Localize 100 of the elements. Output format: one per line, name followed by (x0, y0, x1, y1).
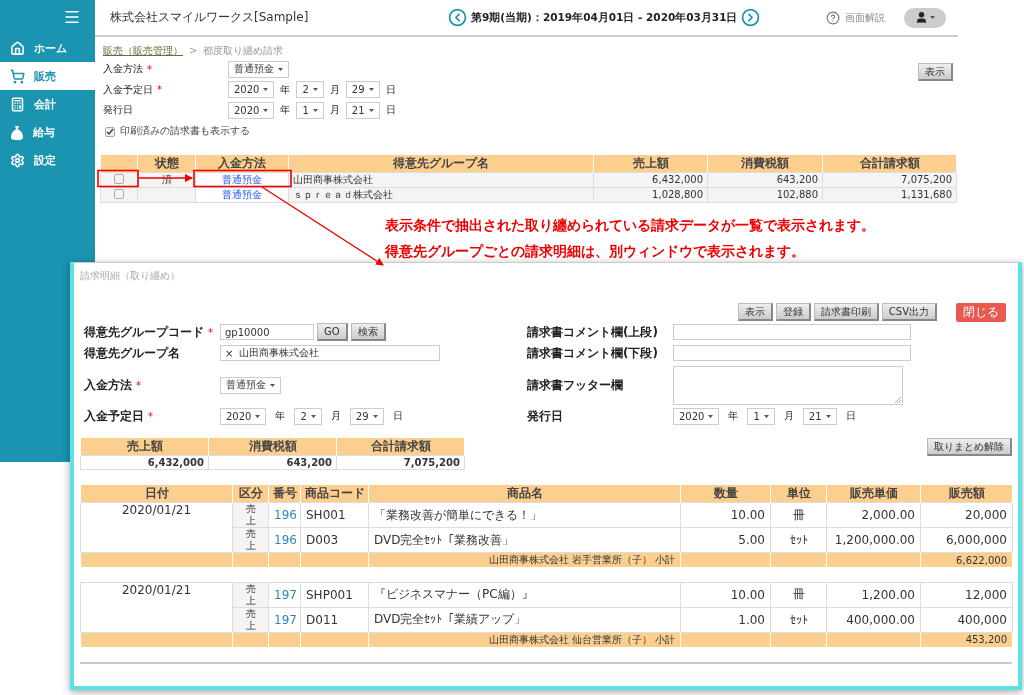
date-unit: 日 (392, 409, 403, 423)
table-cell: 7,075,200 (822, 172, 957, 187)
dropdown[interactable]: 21 (345, 101, 380, 119)
column-header: 消費税額 (208, 438, 337, 456)
comment-field[interactable] (673, 324, 911, 340)
help-icon[interactable] (826, 10, 840, 25)
cart-icon (10, 68, 25, 84)
dropdown[interactable]: 1 (296, 101, 324, 119)
dropdown[interactable]: 2020 (673, 407, 720, 425)
table-cell: 山田商事株式会社 (288, 172, 594, 187)
annotation-text: 表示条件で抽出された取り纏められている請求データが一覧で表示されます。 (385, 216, 876, 235)
dropdown[interactable]: 2 (296, 81, 324, 99)
caret-icon (263, 108, 269, 112)
money-bag-icon (10, 124, 24, 140)
dropdown[interactable]: 29 (349, 407, 384, 425)
table-cell: 売上 (245, 503, 256, 527)
table-cell: SH001 (300, 502, 369, 528)
dropdown[interactable]: 21 (802, 407, 837, 425)
table-cell: 2,000.00 (826, 502, 921, 528)
field-label: 請求書コメント欄(下段) (527, 344, 658, 362)
table-cell: 売上 (245, 582, 256, 607)
caret-icon (372, 414, 378, 418)
dropdown[interactable]: 1 (747, 407, 775, 425)
table-cell: 12,000 (920, 582, 1013, 607)
display-button[interactable]: 表示 (918, 63, 953, 81)
next-icon[interactable] (741, 8, 761, 27)
user-menu-button[interactable] (904, 7, 946, 28)
caret-icon (763, 414, 769, 418)
table-cell: 1.00 (680, 607, 771, 632)
help-link[interactable]: 画面解説 (845, 10, 885, 25)
checkbox[interactable] (105, 126, 115, 137)
caret-icon (368, 108, 374, 112)
toolbar-button[interactable]: CSV出力 (881, 303, 937, 321)
column-header: 販売単価 (826, 485, 921, 503)
date-unit: 年 (728, 409, 739, 423)
column-header: 区分 (232, 485, 269, 503)
dropdown[interactable]: 2020 (228, 81, 275, 99)
checkbox[interactable] (114, 188, 124, 199)
breadcrumb-link[interactable]: 販売（販売管理） (103, 43, 183, 58)
column-header: 消費税額 (707, 154, 823, 172)
field-label: 入金予定日 (103, 82, 153, 97)
field-button[interactable]: GO (317, 323, 348, 341)
field-label: 請求書フッター欄 (527, 376, 623, 394)
checkbox[interactable] (114, 173, 124, 184)
period-text: 第9期(当期)：2019年04月01日 - 2020年03月31日 (471, 10, 738, 25)
table-cell: 2020/01/21 (80, 582, 233, 632)
table-cell: 『ビジネスマナー（PC編）』 (368, 582, 681, 607)
column-header: 合計請求額 (822, 154, 957, 172)
field-button[interactable]: 検索 (350, 323, 386, 341)
caret-icon (930, 16, 935, 19)
sidebar-item[interactable]: 給与 (0, 118, 95, 146)
resize-grip-icon[interactable] (895, 396, 901, 403)
field-label: 得意先グループ名 (84, 344, 180, 362)
previous-icon[interactable] (448, 8, 467, 27)
required-mark: * (136, 379, 141, 391)
caret-icon (312, 88, 318, 92)
table-cell: 20,000 (920, 502, 1013, 528)
table-cell: DVD完全ｾｯﾄ「業績アップ」 (368, 607, 681, 632)
dropdown[interactable]: 2020 (228, 101, 275, 119)
dropdown[interactable]: 2020 (220, 407, 267, 425)
dropdown[interactable]: 29 (345, 81, 380, 99)
date-unit: 年 (275, 409, 286, 423)
home-icon (10, 40, 25, 56)
table-cell: 5.00 (680, 527, 771, 553)
toolbar-button[interactable]: 登録 (775, 303, 811, 321)
sidebar-item[interactable]: 会計 (0, 90, 95, 118)
field-label: 入金予定日 (84, 407, 144, 425)
column-header: 商品コード (300, 485, 369, 503)
caret-icon (368, 88, 374, 92)
caret-icon (825, 414, 831, 418)
dropdown[interactable]: 普通預金 (220, 376, 281, 394)
sidebar-item[interactable]: 販売 (0, 62, 95, 90)
toolbar-button[interactable]: 請求書印刷 (813, 303, 879, 321)
menu-icon[interactable] (63, 8, 81, 26)
release-button[interactable]: 取りまとめ解除 (927, 438, 1012, 456)
required-mark: * (148, 410, 153, 422)
sidebar-item[interactable]: ホーム (0, 34, 95, 62)
column-header: 得意先グループ名 (288, 154, 594, 172)
table-cell: 売上 (245, 528, 256, 552)
column-header: 売上額 (593, 154, 708, 172)
code-field[interactable]: gp10000 (220, 324, 314, 340)
table-cell: 10.00 (680, 502, 771, 528)
comment-field[interactable] (673, 345, 911, 361)
column-header: 数量 (680, 485, 771, 503)
date-unit: 日 (385, 103, 396, 118)
toolbar-button[interactable]: 表示 (737, 303, 773, 321)
company-name: 株式会社スマイルワークス[Sample] (110, 9, 310, 26)
sidebar-item[interactable]: 設定 (0, 146, 95, 174)
date-unit: 日 (385, 82, 396, 97)
settings-icon (10, 152, 25, 168)
table-cell: 6,432,000 (593, 172, 708, 187)
dropdown[interactable]: 2 (294, 407, 322, 425)
table-cell: 643,200 (208, 455, 337, 470)
table-cell: DVD完全ｾｯﾄ「業務改善」 (368, 527, 681, 553)
caret-icon (310, 414, 316, 418)
name-field[interactable]: × 山田商事株式会社 (220, 345, 440, 361)
date-unit: 年 (280, 82, 291, 97)
table-cell: 6,000,000 (920, 527, 1013, 553)
dropdown[interactable]: 普通預金 (228, 60, 289, 78)
date-unit: 月 (330, 409, 341, 423)
